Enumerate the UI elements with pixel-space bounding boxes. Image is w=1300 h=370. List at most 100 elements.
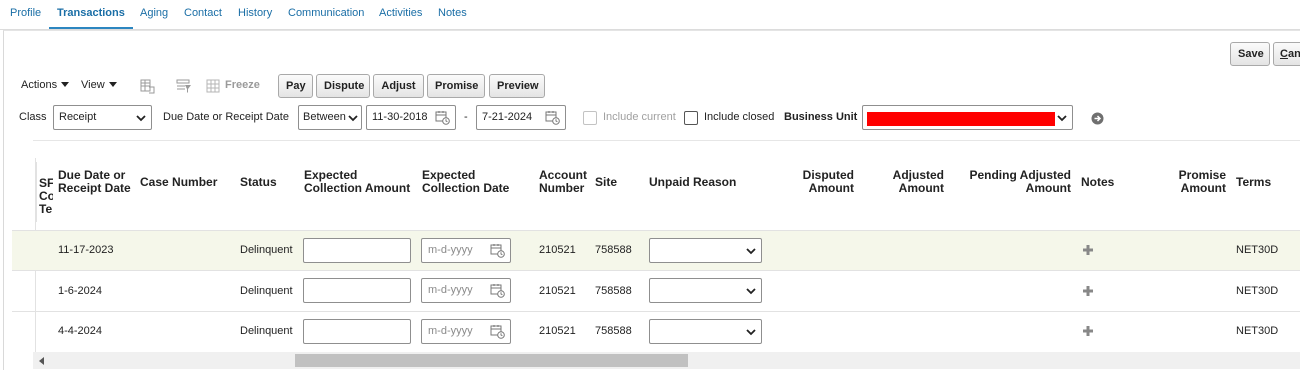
col-header-pending-adjusted-amount[interactable]: Pending Adjusted Amount [960, 169, 1071, 195]
expected-amount-input[interactable] [303, 278, 411, 303]
col-header-due-date[interactable]: Due Date or Receipt Date [58, 169, 131, 195]
col-header-unpaid-reason[interactable]: Unpaid Reason [649, 176, 736, 189]
save-button[interactable]: Save [1230, 42, 1270, 66]
view-label: View [81, 79, 105, 91]
freeze-icon [206, 79, 220, 93]
calendar-icon[interactable] [545, 110, 560, 125]
col-header-notes[interactable]: Notes [1081, 176, 1114, 189]
add-note-icon[interactable] [1082, 325, 1094, 337]
row-status: Delinquent [240, 244, 293, 256]
col-header-promise-amount[interactable]: Promise Amount [1166, 169, 1226, 195]
col-header-promise-line2: Amount [1180, 181, 1226, 195]
row-status: Delinquent [240, 325, 293, 337]
col-header-disputed-line2: Amount [808, 181, 854, 195]
date-to-value: 7-21-2024 [482, 111, 533, 123]
business-unit-label: Business Unit [784, 111, 858, 123]
preview-button[interactable]: Preview [489, 74, 545, 98]
go-arrow-icon[interactable] [1091, 112, 1104, 125]
promise-button[interactable]: Promise [427, 74, 485, 98]
col-header-sf[interactable]: SF Co Te [39, 177, 53, 216]
class-value: Receipt [59, 111, 97, 123]
chevron-down-icon [136, 115, 146, 122]
row-site: 758588 [595, 325, 632, 337]
adjust-button[interactable]: Adjust [373, 74, 424, 98]
col-header-account-number-line2: Number [539, 181, 585, 195]
row-account-number: 210521 [539, 244, 576, 256]
col-header-expected-amount[interactable]: Expected Collection Amount [304, 169, 410, 195]
calendar-icon[interactable] [435, 110, 450, 125]
redacted-business-unit [867, 112, 1055, 126]
expected-date-input[interactable]: m-d-yyyy [421, 278, 511, 303]
query-by-example-icon[interactable] [176, 78, 192, 94]
tab-profile[interactable]: Profile [10, 0, 41, 29]
col-header-case-number[interactable]: Case Number [140, 176, 217, 189]
chevron-down-icon [746, 329, 756, 336]
chevron-down-icon [746, 288, 756, 295]
col-header-disputed-amount[interactable]: Disputed Amount [790, 169, 854, 195]
expected-amount-input[interactable] [303, 238, 411, 263]
actions-label: Actions [21, 79, 58, 91]
chevron-down-icon [61, 82, 70, 87]
col-header-adjusted-amount[interactable]: Adjusted Amount [880, 169, 944, 195]
dispute-button[interactable]: Dispute [316, 74, 370, 98]
tab-notes[interactable]: Notes [438, 0, 467, 29]
row-account-number: 210521 [539, 325, 576, 337]
col-header-sf-line3: Te [39, 202, 53, 216]
pay-button[interactable]: Pay [278, 74, 313, 98]
row-due-date: 4-4-2024 [58, 325, 103, 337]
detach-table-icon[interactable] [139, 78, 155, 94]
col-header-terms[interactable]: Terms [1236, 176, 1271, 189]
chevron-down-icon [746, 248, 756, 255]
chevron-down-icon [108, 82, 117, 87]
row-site: 758588 [595, 285, 632, 297]
row-status: Delinquent [240, 285, 293, 297]
tab-history[interactable]: History [238, 0, 272, 29]
expected-date-placeholder: m-d-yyyy [428, 244, 473, 256]
row-due-date: 11-17-2023 [58, 244, 114, 256]
expected-date-input[interactable]: m-d-yyyy [421, 319, 511, 344]
unpaid-reason-select[interactable] [649, 319, 762, 344]
tab-aging[interactable]: Aging [140, 0, 168, 29]
row-terms: NET30D [1236, 244, 1279, 256]
unpaid-reason-select[interactable] [649, 278, 762, 303]
expected-date-input[interactable]: m-d-yyyy [421, 238, 511, 263]
view-menu[interactable]: View [81, 79, 117, 91]
date-from-input[interactable]: 11-30-2018 [366, 105, 456, 130]
col-header-pending-adjusted-line2: Amount [1025, 181, 1071, 195]
calendar-icon[interactable] [490, 243, 505, 258]
tab-contact[interactable]: Contact [184, 0, 222, 29]
tab-transactions[interactable]: Transactions [49, 0, 133, 29]
include-closed-label: Include closed [704, 111, 775, 123]
scroll-left-arrow-icon[interactable] [39, 357, 44, 365]
add-note-icon[interactable] [1082, 285, 1094, 297]
date-operator-select[interactable]: Between [298, 105, 362, 130]
chevron-down-icon [348, 114, 358, 122]
column-divider [36, 162, 37, 222]
expected-amount-input[interactable] [303, 319, 411, 344]
horizontal-scrollbar[interactable] [33, 352, 1300, 369]
expected-date-placeholder: m-d-yyyy [428, 325, 473, 337]
calendar-icon[interactable] [490, 324, 505, 339]
chevron-down-icon [1057, 115, 1067, 122]
add-note-icon[interactable] [1082, 244, 1094, 256]
col-header-site[interactable]: Site [595, 176, 617, 189]
tab-activities[interactable]: Activities [379, 0, 422, 29]
row-terms: NET30D [1236, 325, 1279, 337]
col-header-status[interactable]: Status [240, 176, 277, 189]
date-to-input[interactable]: 7-21-2024 [476, 105, 566, 130]
col-header-account-number[interactable]: Account Number [539, 169, 587, 195]
date-filter-label: Due Date or Receipt Date [163, 111, 289, 123]
actions-menu[interactable]: Actions [21, 79, 70, 91]
date-range-separator: - [464, 111, 468, 123]
tab-communication[interactable]: Communication [288, 0, 364, 29]
cancel-button[interactable]: Can [1273, 42, 1300, 66]
scrollbar-thumb[interactable] [295, 354, 688, 367]
calendar-icon[interactable] [490, 283, 505, 298]
date-operator-value: Between [303, 111, 346, 123]
include-closed-checkbox[interactable] [684, 111, 698, 125]
table-header-top-rule [33, 140, 1300, 141]
class-select[interactable]: Receipt [53, 105, 152, 130]
unpaid-reason-select[interactable] [649, 238, 762, 263]
col-header-expected-date[interactable]: Expected Collection Date [422, 169, 509, 195]
tab-bar: Profile Transactions Aging Contact Histo… [0, 0, 1300, 30]
